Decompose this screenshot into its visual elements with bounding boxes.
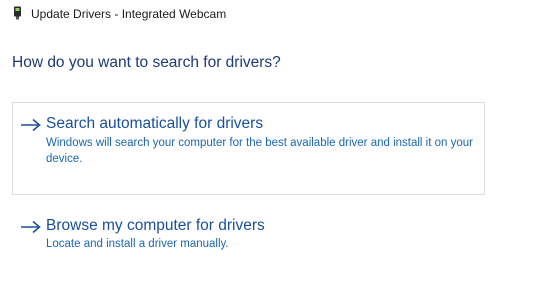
browse-computer-description: Locate and install a driver manually. bbox=[46, 238, 229, 250]
arrow-right-icon bbox=[21, 220, 41, 234]
title-bar: Update Drivers - Integrated Webcam bbox=[0, 0, 538, 28]
browse-computer-title[interactable]: Browse my computer for drivers bbox=[46, 216, 265, 236]
arrow-right-icon bbox=[21, 118, 41, 132]
page-heading: How do you want to search for drivers? bbox=[12, 54, 281, 71]
device-driver-icon bbox=[14, 6, 21, 20]
window-title: Update Drivers - Integrated Webcam bbox=[31, 7, 227, 21]
update-drivers-dialog: Update Drivers - Integrated Webcam How d… bbox=[0, 0, 538, 302]
search-automatically-description: Windows will search your computer for th… bbox=[46, 137, 473, 165]
search-automatically-title[interactable]: Search automatically for drivers bbox=[46, 114, 263, 134]
browse-computer-option[interactable]: Browse my computer for drivers Locate an… bbox=[12, 208, 485, 256]
search-automatically-option[interactable]: Search automatically for drivers Windows… bbox=[12, 102, 485, 195]
